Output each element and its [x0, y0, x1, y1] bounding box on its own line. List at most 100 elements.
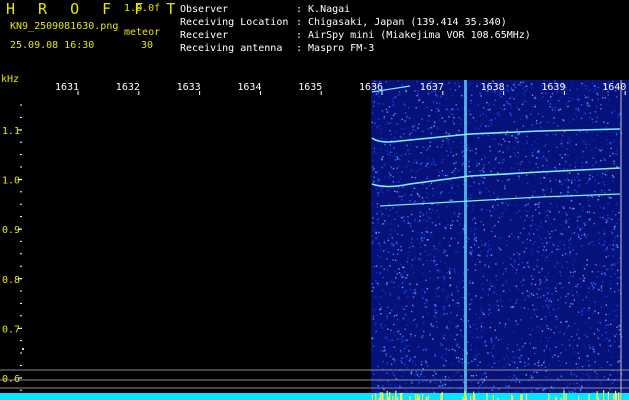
noise-dot	[470, 99, 472, 102]
noise-dot	[441, 275, 444, 278]
noise-dot	[470, 197, 472, 199]
noise-dot	[395, 378, 398, 380]
noise-dot	[479, 261, 481, 263]
noise-dot	[411, 169, 413, 171]
noise-dot	[392, 168, 395, 170]
noise-dot	[462, 231, 464, 233]
noise-dot	[493, 356, 495, 358]
noise-dot	[481, 169, 484, 172]
noise-dot	[582, 299, 584, 301]
noise-dot	[570, 303, 572, 305]
noise-dot	[398, 384, 401, 387]
noise-dot	[446, 206, 448, 208]
noise-dot	[403, 133, 405, 135]
noise-dot	[448, 143, 450, 145]
noise-dot	[602, 97, 604, 99]
noise-dot	[380, 148, 382, 150]
noise-dot	[605, 324, 607, 326]
noise-dot	[578, 179, 580, 181]
noise-dot	[567, 105, 569, 108]
noise-dot	[498, 114, 500, 116]
noise-dot	[578, 185, 580, 187]
noise-dot	[546, 160, 548, 162]
noise-dot	[608, 196, 611, 199]
noise-dot	[599, 343, 601, 345]
noise-dot	[582, 209, 584, 211]
noise-dot	[424, 362, 426, 365]
noise-dot	[502, 138, 505, 140]
noise-dot	[618, 122, 620, 125]
noise-dot	[584, 112, 586, 114]
noise-dot	[449, 179, 451, 181]
noise-dot	[371, 377, 374, 380]
noise-dot	[500, 107, 502, 109]
noise-dot	[473, 233, 476, 235]
noise-dot	[604, 273, 607, 276]
noise-dot	[517, 263, 520, 266]
left-marker-dot	[22, 348, 24, 350]
noise-dot	[470, 381, 472, 383]
noise-dot	[555, 315, 557, 318]
noise-dot	[602, 281, 604, 283]
noise-dot	[371, 241, 374, 243]
noise-dot	[459, 358, 462, 360]
noise-dot	[487, 109, 489, 111]
noise-dot	[417, 93, 420, 96]
noise-dot	[542, 164, 544, 167]
noise-dot	[394, 335, 396, 337]
noise-dot	[612, 152, 614, 155]
noise-dot	[482, 288, 484, 290]
noise-dot	[407, 149, 409, 151]
noise-dot	[603, 244, 605, 246]
noise-dot	[417, 346, 420, 348]
noise-dot	[524, 219, 526, 222]
noise-dot	[524, 205, 526, 207]
noise-dot	[517, 239, 520, 241]
noise-dot	[379, 210, 382, 212]
noise-dot	[480, 251, 482, 253]
noise-dot	[401, 276, 403, 278]
noise-dot	[594, 190, 596, 193]
noise-dot	[428, 184, 431, 187]
noise-dot	[498, 247, 500, 249]
noise-dot	[591, 241, 593, 243]
noise-dot	[400, 337, 402, 339]
noise-dot	[577, 173, 579, 175]
baseline-peak	[596, 391, 598, 400]
noise-dot	[545, 345, 548, 347]
noise-dot	[528, 234, 531, 236]
noise-dot	[490, 254, 493, 256]
noise-dot	[583, 277, 586, 279]
noise-dot	[499, 248, 502, 251]
noise-dot	[583, 222, 585, 224]
noise-dot	[605, 221, 607, 224]
noise-dot	[436, 95, 438, 97]
noise-dot	[557, 245, 559, 247]
noise-dot	[408, 247, 411, 249]
noise-dot	[444, 120, 446, 123]
noise-dot	[537, 138, 539, 140]
noise-dot	[577, 216, 579, 218]
noise-dot	[414, 293, 417, 295]
noise-dot	[427, 119, 429, 122]
noise-dot	[373, 147, 375, 149]
noise-dot	[375, 280, 377, 282]
noise-dot	[454, 192, 456, 195]
noise-dot	[446, 174, 448, 177]
noise-dot	[551, 109, 554, 111]
noise-dot	[425, 306, 427, 308]
noise-dot	[377, 218, 379, 221]
noise-dot	[539, 177, 541, 179]
noise-dot	[536, 122, 538, 125]
noise-dot	[475, 295, 477, 297]
noise-dot	[391, 245, 393, 247]
noise-dot	[439, 192, 442, 195]
noise-dot	[452, 120, 454, 122]
noise-dot	[376, 212, 378, 215]
noise-dot	[552, 122, 555, 124]
noise-dot	[390, 329, 392, 332]
noise-dot	[472, 375, 474, 377]
noise-dot	[429, 145, 431, 147]
noise-dot	[569, 271, 572, 273]
noise-dot	[564, 253, 567, 255]
